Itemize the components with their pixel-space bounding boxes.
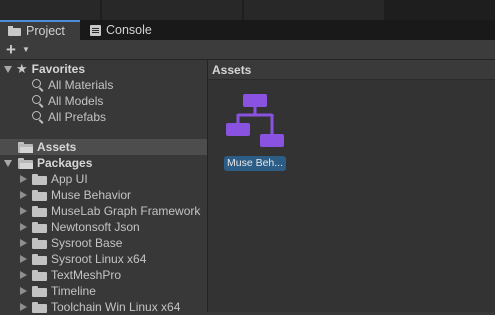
caret-down-icon[interactable]: ▼	[22, 40, 30, 60]
expand-arrow-icon[interactable]	[20, 303, 27, 311]
folder-icon	[32, 205, 47, 217]
expand-arrow-icon[interactable]	[20, 271, 27, 279]
tree-item-package[interactable]: Sysroot Base	[0, 235, 207, 251]
expand-arrow-icon[interactable]	[20, 191, 27, 199]
expand-arrow-icon[interactable]	[20, 287, 27, 295]
tree-item-label: App UI	[51, 172, 88, 186]
tree-item-package[interactable]: Muse Behavior	[0, 187, 207, 203]
asset-grid-pane[interactable]: Assets Muse Beh...	[208, 60, 495, 312]
tree-item-package[interactable]: Toolchain Win Linux x64	[0, 299, 207, 315]
asset-item-label: Muse Beh...	[224, 156, 286, 171]
tree-item-favorite[interactable]: All Models	[0, 93, 207, 109]
tab-console-label: Console	[106, 23, 152, 37]
tree-item-label: Toolchain Win Linux x64	[51, 300, 181, 314]
search-icon	[32, 95, 44, 108]
tree-item-assets-label: Assets	[37, 140, 77, 154]
tree-item-label: Muse Behavior	[51, 188, 132, 202]
folder-icon	[32, 269, 47, 281]
folder-icon	[8, 26, 21, 36]
tree-item-package[interactable]: Newtonsoft Json	[0, 219, 207, 235]
tree-item-assets[interactable]: Assets	[0, 139, 207, 155]
tree-item-label: All Materials	[48, 78, 114, 92]
folder-open-icon	[18, 157, 33, 169]
tree-item-packages-label: Packages	[37, 156, 93, 170]
tree-item-label: Sysroot Linux x64	[51, 252, 147, 266]
tree-item-favorites-label: Favorites	[31, 62, 86, 76]
behavior-graph-icon	[226, 94, 284, 147]
create-button[interactable]: +	[6, 40, 16, 59]
folder-icon	[32, 173, 47, 185]
tree-item-favorite[interactable]: All Materials	[0, 77, 207, 93]
folder-icon	[32, 285, 47, 297]
tree-item-label: MuseLab Graph Framework	[51, 204, 201, 218]
tab-console[interactable]: Console	[82, 20, 160, 40]
search-icon	[32, 111, 44, 124]
search-icon	[32, 79, 44, 92]
folder-icon	[32, 301, 47, 313]
console-icon	[90, 24, 101, 36]
expand-arrow-icon[interactable]	[4, 65, 12, 73]
folder-icon	[32, 221, 47, 233]
expand-arrow-icon[interactable]	[20, 239, 27, 247]
tree-item-favorite[interactable]: All Prefabs	[0, 109, 207, 125]
tree-item-label: TextMeshPro	[51, 268, 122, 282]
tree-item-label: All Prefabs	[48, 110, 107, 124]
tree-item-package[interactable]: MuseLab Graph Framework	[0, 203, 207, 219]
expand-arrow-icon[interactable]	[4, 159, 12, 167]
expand-arrow-icon[interactable]	[20, 207, 27, 215]
tree-item-package[interactable]: TextMeshPro	[0, 267, 207, 283]
breadcrumb-assets[interactable]: Assets	[212, 63, 251, 77]
folder-icon	[32, 237, 47, 249]
tree-item-package[interactable]: Sysroot Linux x64	[0, 251, 207, 267]
project-toolbar: + ▼	[0, 40, 495, 60]
top-strip-segment	[102, 0, 242, 20]
tree-item-package[interactable]: Timeline	[0, 283, 207, 299]
tree-item-label: Newtonsoft Json	[51, 220, 140, 234]
expand-arrow-icon[interactable]	[20, 223, 27, 231]
tree-item-packages[interactable]: Packages	[0, 155, 207, 171]
tab-project[interactable]: Project	[0, 20, 80, 40]
window-top-strip	[0, 0, 495, 20]
folder-icon	[32, 253, 47, 265]
tree-item-package[interactable]: App UI	[0, 171, 207, 187]
folder-open-icon	[18, 141, 33, 153]
star-icon: ★	[16, 61, 28, 76]
breadcrumb: Assets	[208, 60, 495, 80]
folder-icon	[32, 189, 47, 201]
top-strip-segment	[0, 0, 100, 20]
tree-item-label: Timeline	[51, 284, 96, 298]
tree-item-label: All Models	[48, 94, 104, 108]
tab-project-label: Project	[26, 24, 65, 38]
asset-item[interactable]: Muse Beh...	[224, 90, 286, 172]
top-strip-segment	[244, 0, 384, 20]
tree-item-favorites[interactable]: ★ Favorites	[0, 61, 207, 77]
folder-tree-pane[interactable]: ★ Favorites All Materials All Models All…	[0, 60, 207, 315]
expand-arrow-icon[interactable]	[20, 255, 27, 263]
tree-item-label: Sysroot Base	[51, 236, 123, 250]
expand-arrow-icon[interactable]	[20, 175, 27, 183]
